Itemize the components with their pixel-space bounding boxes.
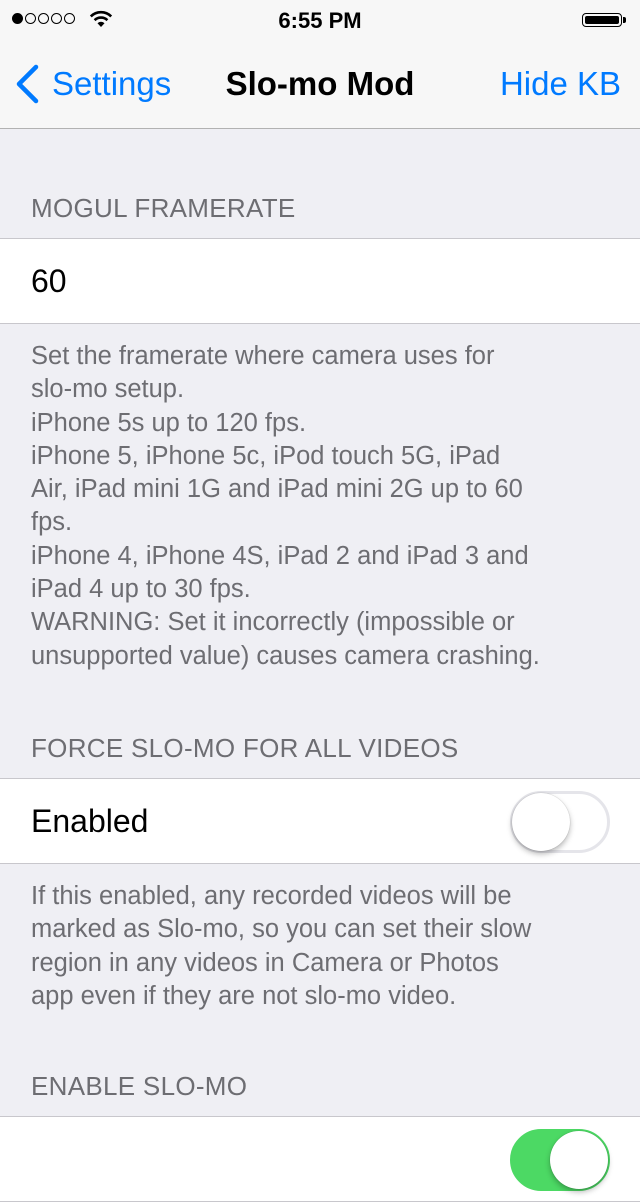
- force-slomo-label: Enabled: [31, 803, 149, 839]
- toggle-knob: [550, 1131, 608, 1189]
- force-slomo-toggle[interactable]: [510, 791, 610, 853]
- footer-line: iPhone 5, iPhone 5c, iPod touch 5G, iPad: [31, 441, 501, 470]
- footer-line: unsupported value) causes camera crashin…: [31, 641, 540, 670]
- framerate-input[interactable]: [31, 263, 591, 300]
- footer-line: fps.: [31, 508, 73, 537]
- section-header-enable-slomo: ENABLE SLO-MO: [31, 1071, 248, 1101]
- enable-slomo-toggle[interactable]: [510, 1129, 610, 1191]
- section-header-force-slomo: FORCE SLO-MO FOR ALL VIDEOS: [31, 733, 459, 763]
- footer-line: iPhone 5s up to 120 fps.: [31, 408, 307, 437]
- force-slomo-footer: If this enabled, any recorded videos wil…: [31, 880, 621, 1013]
- battery-icon: [582, 13, 626, 27]
- toggle-knob: [512, 793, 570, 851]
- hide-keyboard-button[interactable]: Hide KB: [500, 65, 621, 103]
- footer-line: Set the framerate where camera uses for: [31, 342, 495, 370]
- footer-line: iPad 4 up to 30 fps.: [31, 575, 251, 604]
- framerate-footer: Set the framerate where camera uses for s…: [31, 340, 621, 673]
- footer-line: iPhone 4, iPhone 4S, iPad 2 and iPad 3 a…: [31, 541, 529, 570]
- navigation-bar: Settings Slo-mo Mod Hide KB: [0, 40, 640, 129]
- footer-line: WARNING: Set it incorrectly (impossible …: [31, 608, 515, 637]
- footer-line: app even if they are not slo-mo video.: [31, 981, 457, 1010]
- force-slomo-cell: Enabled: [0, 778, 640, 864]
- framerate-cell: [0, 238, 640, 324]
- status-bar: 6:55 PM: [0, 0, 640, 40]
- status-time: 6:55 PM: [278, 8, 362, 33]
- footer-line: region in any videos in Camera or Photos: [31, 948, 499, 977]
- enable-slomo-cell: [0, 1116, 640, 1202]
- footer-line: Air, iPad mini 1G and iPad mini 2G up to…: [31, 475, 523, 504]
- footer-line: If this enabled, any recorded videos wil…: [31, 882, 512, 910]
- footer-line: slo-mo setup.: [31, 375, 185, 404]
- section-header-framerate: MOGUL FRAMERATE: [31, 193, 296, 223]
- footer-line: marked as Slo-mo, so you can set their s…: [31, 915, 532, 944]
